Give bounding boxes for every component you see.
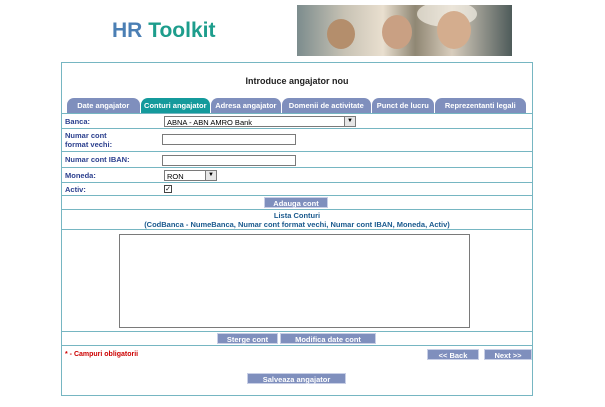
row-banca: Banca: ABNA - ABN AMRO Bank ▼ [62,114,532,129]
page-title: Introduce angajator nou [245,76,349,86]
accounts-list-title: Lista Conturi [273,211,321,220]
row-listbox [62,230,532,332]
required-fields-note: * - Campuri obligatorii [65,351,139,358]
cont-vechi-label-line2: format vechi: [65,140,113,149]
row-add-account: Adauga cont [62,196,532,210]
tab-reprezentanti-legali[interactable]: Reprezentanti legali [434,98,526,113]
row-list-actions: Sterge cont Modifica date cont [62,332,532,346]
activ-label: Activ: [65,185,86,194]
tab-adresa-angajator[interactable]: Adresa angajator [211,98,281,113]
iban-label: Numar cont IBAN: [65,155,130,164]
iban-input[interactable] [162,155,296,166]
chevron-down-icon[interactable]: ▼ [344,117,355,126]
banca-label: Banca: [65,117,91,126]
header-banner-photo [297,5,512,56]
next-button[interactable]: Next >> [484,349,532,360]
logo-text-toolkit: Toolkit [148,19,216,42]
banca-select[interactable]: ABNA - ABN AMRO Bank ▼ [164,116,356,127]
save-employer-button[interactable]: Salveaza angajator [247,373,346,384]
tab-domenii-activitate[interactable]: Domenii de activitate [281,98,372,113]
cont-vechi-input[interactable] [162,134,296,145]
delete-account-button[interactable]: Sterge cont [217,333,278,344]
row-moneda: Moneda: RON ▼ [62,168,532,183]
logo-text-hr: HR [112,19,143,42]
cont-vechi-label: Numar cont format vechi: [65,131,112,149]
row-list-header: Lista Conturi (CodBanca - NumeBanca, Num… [62,210,532,230]
cont-vechi-label-line1: Numar cont [65,131,107,140]
add-account-button[interactable]: Adauga cont [264,197,328,208]
accounts-list-columns-hint: (CodBanca - NumeBanca, Numar cont format… [144,220,450,229]
row-iban: Numar cont IBAN: [62,152,532,168]
tab-punct-de-lucru[interactable]: Punct de lucru [372,98,434,113]
back-button[interactable]: << Back [427,349,479,360]
tab-date-angajator[interactable]: Date angajator [67,98,140,113]
activ-checkbox[interactable]: ✓ [164,185,172,193]
modify-account-button[interactable]: Modifica date cont [280,333,376,344]
chevron-down-icon[interactable]: ▼ [205,171,216,180]
banca-selected-value: ABNA - ABN AMRO Bank [167,118,253,127]
employer-form-panel: Introduce angajator nou Date angajator C… [61,62,533,396]
moneda-select[interactable]: RON ▼ [164,170,217,181]
app-logo: HR Toolkit [112,19,215,43]
moneda-selected-value: RON [167,172,184,181]
row-activ: Activ: ✓ [62,183,532,196]
moneda-label: Moneda: [65,171,96,180]
row-cont-vechi: Numar cont format vechi: [62,129,532,152]
tab-bar: Date angajator Conturi angajator Adresa … [67,98,527,113]
tab-conturi-angajator[interactable]: Conturi angajator [140,98,211,113]
